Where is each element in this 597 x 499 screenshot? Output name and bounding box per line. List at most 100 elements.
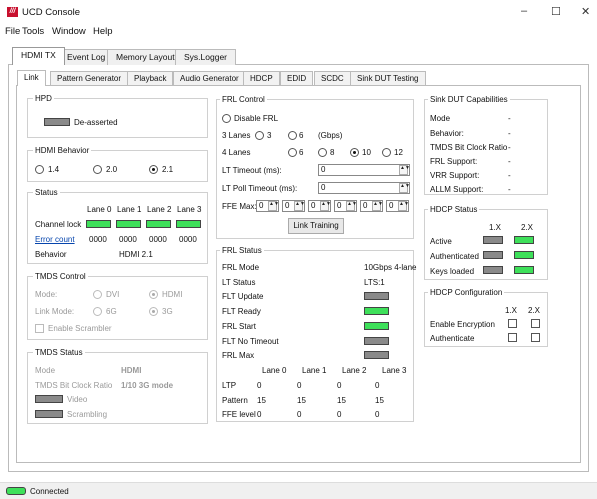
menu-tools[interactable]: Tools — [22, 26, 44, 37]
link-mode-label: Link Mode: — [35, 307, 75, 316]
enable-scrambler-checkbox[interactable] — [35, 324, 44, 333]
flt-no-timeout-label: FLT No Timeout — [222, 337, 279, 346]
ffe-spinner-3[interactable]: ▲▼ — [346, 201, 357, 211]
subtab-playback[interactable]: Playback — [127, 71, 174, 85]
subtab-link[interactable]: Link — [17, 70, 46, 86]
ltp-lane-3: 0 — [375, 381, 380, 390]
subtab-audio-generator[interactable]: Audio Generator — [173, 71, 246, 85]
pattern-lane-2: 15 — [337, 396, 346, 405]
hdcp-2x-header: 2.X — [521, 223, 534, 232]
title-bar — [0, 0, 597, 24]
hdcp-keys-2x-led — [514, 266, 534, 274]
close-button[interactable]: ✕ — [581, 5, 590, 18]
lanes4-8g-radio[interactable] — [318, 148, 327, 157]
lanes4-label: 4 Lanes — [222, 148, 251, 157]
ffe-spinner-0[interactable]: ▲▼ — [268, 201, 279, 211]
sink-frl-label: FRL Support: — [430, 157, 478, 166]
subtab-scdc[interactable]: SCDC — [314, 71, 351, 85]
tmds-mode-hdmi-label: HDMI — [162, 290, 183, 299]
flt-ready-label: FLT Ready — [222, 307, 261, 316]
frl-control-title: FRL Control — [220, 95, 267, 104]
link-mode-6g-label: 6G — [106, 307, 117, 316]
hdcp-active-1x-led — [483, 236, 503, 244]
frl-start-led — [364, 322, 389, 330]
lane-2-header: Lane 2 — [147, 205, 172, 214]
lt-poll-input[interactable]: 0 — [318, 182, 410, 194]
ffe-spinner-1[interactable]: ▲▼ — [294, 201, 305, 211]
link-training-button[interactable]: Link Training — [288, 218, 344, 234]
channel-lock-led-2 — [146, 220, 171, 228]
frl-max-led — [364, 351, 389, 359]
ffe-spinner-2[interactable]: ▲▼ — [320, 201, 331, 211]
ffe-level-label: FFE level — [222, 410, 256, 419]
behavior-2-1-radio[interactable] — [149, 165, 158, 174]
menu-file[interactable]: File — [5, 26, 20, 37]
disable-frl-label: Disable FRL — [234, 114, 279, 123]
error-count-link[interactable]: Error count — [35, 235, 75, 244]
enable-encryption-1x-checkbox[interactable] — [508, 319, 517, 328]
lt-timeout-spinner[interactable]: ▲▼ — [399, 165, 410, 175]
lanes4-6g-radio[interactable] — [288, 148, 297, 157]
tab-hdmi-tx[interactable]: HDMI TX — [12, 47, 65, 65]
channel-lock-led-0 — [86, 220, 111, 228]
subtab-pattern-generator[interactable]: Pattern Generator — [50, 71, 129, 85]
sink-allm-value: - — [508, 185, 511, 194]
ltp-lane-1: 0 — [297, 381, 302, 390]
app-logo-icon: /// — [7, 7, 18, 17]
connection-led — [6, 487, 26, 495]
video-label: Video — [67, 395, 88, 404]
lanes3-3g-radio[interactable] — [255, 131, 264, 140]
lane-3-header: Lane 3 — [177, 205, 202, 214]
sink-caps-title: Sink DUT Capabilities — [428, 95, 510, 104]
hdcp-config-1x-header: 1.X — [505, 306, 518, 315]
maximize-button[interactable]: ☐ — [551, 5, 561, 18]
enable-encryption-2x-checkbox[interactable] — [531, 319, 540, 328]
tab-memory-layout[interactable]: Memory Layout — [107, 49, 184, 65]
link-mode-3g-radio[interactable] — [149, 307, 158, 316]
link-mode-6g-radio[interactable] — [93, 307, 102, 316]
tmds-mode-hdmi-radio[interactable] — [149, 290, 158, 299]
ffe-spinner-4[interactable]: ▲▼ — [372, 201, 383, 211]
ffe-spinner-5[interactable]: ▲▼ — [398, 201, 409, 211]
authenticate-1x-checkbox[interactable] — [508, 333, 517, 342]
sink-mode-value: - — [508, 114, 511, 123]
lt-poll-label: LT Poll Timeout (ms): — [222, 184, 298, 193]
tmds-mode-dvi-radio[interactable] — [93, 290, 102, 299]
hdcp-config-2x-header: 2.X — [528, 306, 541, 315]
behavior-1-4-radio[interactable] — [35, 165, 44, 174]
sink-vrr-value: - — [508, 171, 511, 180]
lanes3-3g-label: 3 — [267, 131, 272, 140]
sink-ratio-label: TMDS Bit Clock Ratio — [430, 143, 508, 152]
authenticate-2x-checkbox[interactable] — [531, 333, 540, 342]
hdcp-status-title: HDCP Status — [428, 205, 480, 214]
menu-window[interactable]: Window — [52, 26, 86, 37]
subtab-sink-dut-testing[interactable]: Sink DUT Testing — [350, 71, 426, 85]
minimize-button[interactable]: – — [521, 5, 527, 17]
frl-lane-1-header: Lane 1 — [302, 366, 327, 375]
hdcp-config-title: HDCP Configuration — [428, 288, 505, 297]
lt-timeout-input[interactable]: 0 — [318, 164, 410, 176]
hpd-state: De-asserted — [74, 118, 118, 127]
lanes4-10g-radio[interactable] — [350, 148, 359, 157]
lt-poll-spinner[interactable]: ▲▼ — [399, 183, 410, 193]
lanes4-12g-radio[interactable] — [382, 148, 391, 157]
frl-lane-3-header: Lane 3 — [382, 366, 407, 375]
subtab-hdcp[interactable]: HDCP — [243, 71, 280, 85]
tab-event-log[interactable]: Event Log — [58, 49, 115, 65]
tmds-ratio-value: 1/10 3G mode — [121, 381, 174, 390]
subtab-edid[interactable]: EDID — [280, 71, 314, 85]
lanes3-6g-radio[interactable] — [288, 131, 297, 140]
behavior-1-4-label: 1.4 — [48, 165, 60, 174]
hdcp-1x-header: 1.X — [489, 223, 502, 232]
hdcp-active-label: Active — [430, 237, 452, 246]
sink-vrr-label: VRR Support: — [430, 171, 480, 180]
tab-sys-logger[interactable]: Sys.Logger — [175, 49, 236, 65]
error-count-3: 0000 — [179, 235, 197, 244]
ltp-label: LTP — [222, 381, 237, 390]
behavior-2-0-radio[interactable] — [93, 165, 102, 174]
disable-frl-radio[interactable] — [222, 114, 231, 123]
menu-help[interactable]: Help — [93, 26, 113, 37]
flt-update-label: FLT Update — [222, 292, 264, 301]
ffe-level-lane-0: 0 — [257, 410, 262, 419]
frl-status-title: FRL Status — [220, 246, 264, 255]
